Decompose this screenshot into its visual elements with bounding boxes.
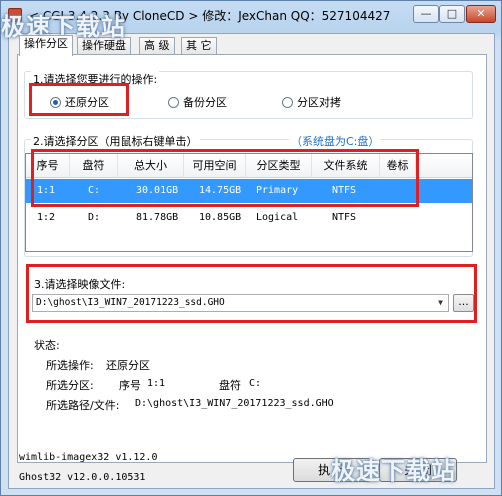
column-header-fs[interactable]: 文件系统: [312, 154, 380, 178]
cell-free: 14.75GB: [199, 185, 242, 196]
cell-index: 1:2: [37, 212, 56, 223]
status-path-value: D:\ghost\I3_WIN7_20171223_ssd.GHO: [135, 398, 334, 409]
system-disk-note: （系统盘为C:盘）: [289, 133, 382, 149]
radio-backup-label: 备份分区: [183, 96, 227, 109]
partition-group-label: 2.请选择分区（用鼠标右键单击）: [31, 133, 200, 149]
status-path-label: 所选路径/文件:: [46, 399, 120, 412]
cell-type: Primary: [256, 185, 299, 196]
column-header-index[interactable]: 序号: [26, 154, 70, 178]
browse-button[interactable]: ...: [453, 294, 474, 312]
status-index-value: 1:1: [147, 378, 166, 389]
column-header-label[interactable]: 卷标: [380, 154, 416, 178]
cell-index: 1:1: [37, 185, 56, 196]
cell-type: Logical: [256, 212, 299, 223]
cell-total: 30.01GB: [136, 185, 179, 196]
radio-backup-partition[interactable]: 备份分区: [168, 96, 227, 110]
maximize-button[interactable]: □: [439, 5, 465, 23]
status-drive-label: 盘符: [219, 379, 241, 392]
wimlib-version: wimlib-imagex32 v1.12.0: [19, 452, 158, 463]
column-header-total[interactable]: 总大小: [118, 154, 184, 178]
column-header-type[interactable]: 分区类型: [246, 154, 312, 178]
table-header: 序号 盘符 总大小 可用空间 分区类型 文件系统 卷标: [26, 154, 472, 178]
dropdown-arrow-icon[interactable]: ▼: [433, 295, 448, 311]
minimize-button[interactable]: —: [413, 5, 439, 23]
cell-free: 10.85GB: [199, 212, 242, 223]
tab-partition-ops[interactable]: 操作分区: [19, 35, 73, 56]
table-row[interactable]: 1:1 C: 30.01GB 14.75GB Primary NTFS: [26, 179, 472, 203]
image-file-label: 3.请选择映像文件:: [34, 278, 126, 291]
column-header-drive[interactable]: 盘符: [70, 154, 118, 178]
close-window-button[interactable]: ✕: [466, 5, 496, 23]
radio-dot: [168, 97, 179, 108]
radio-dot: [282, 97, 293, 108]
cell-fs: NTFS: [332, 185, 357, 196]
cell-drive: D:: [88, 212, 101, 223]
status-operation-label: 所选操作:: [46, 359, 94, 372]
watermark-logo-bottom: 极速下载站: [331, 457, 456, 485]
image-file-value: D:\ghost\I3_WIN7_20171223_ssd.GHO: [36, 297, 225, 308]
radio-copy-partition[interactable]: 分区对拷: [282, 96, 341, 110]
column-header-free[interactable]: 可用空间: [184, 154, 246, 178]
image-file-combobox[interactable]: D:\ghost\I3_WIN7_20171223_ssd.GHO ▼: [32, 294, 449, 312]
status-partition-label: 所选分区:: [46, 379, 94, 392]
status-index-label: 序号: [119, 379, 141, 392]
app-window: < CGI 3.4.2.3 By CloneCD > 修改：JexChan QQ…: [0, 0, 502, 496]
cell-total: 81.78GB: [136, 212, 179, 223]
ghost-version: Ghost32 v12.0.0.10531: [19, 472, 146, 483]
cell-fs: NTFS: [332, 212, 357, 223]
partition-table[interactable]: 序号 盘符 总大小 可用空间 分区类型 文件系统 卷标 1:1 C: 30.01…: [25, 153, 473, 252]
status-operation-value: 还原分区: [106, 359, 150, 372]
radio-restore-label: 还原分区: [65, 96, 109, 109]
cell-drive: C:: [88, 185, 101, 196]
radio-restore-partition[interactable]: 还原分区: [50, 96, 109, 110]
table-row[interactable]: 1:2 D: 81.78GB 10.85GB Logical NTFS: [26, 206, 472, 230]
tab-other[interactable]: 其 它: [181, 37, 217, 55]
operation-group-label: 1.请选择您要进行的操作:: [31, 71, 160, 87]
radio-copy-label: 分区对拷: [297, 96, 341, 109]
status-heading: 状态:: [34, 339, 60, 352]
status-drive-value: C:: [249, 378, 262, 389]
radio-dot-selected: [50, 97, 61, 108]
tab-advanced[interactable]: 高 级: [139, 37, 175, 55]
